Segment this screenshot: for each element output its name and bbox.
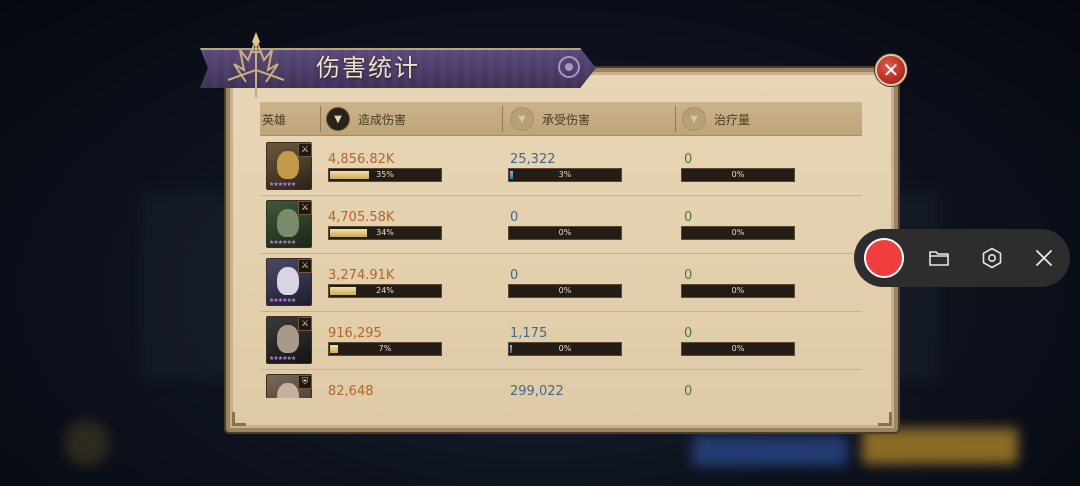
damage-taken-percent: 3%: [558, 170, 572, 179]
class-icon: ⚔: [298, 143, 312, 157]
close-button[interactable]: ✕: [875, 54, 907, 86]
damage-dealt-percent: 35%: [376, 170, 394, 179]
damage-dealt-value: 916,295: [328, 326, 382, 341]
sort-down-icon: ▼: [682, 107, 706, 131]
damage-dealt-value: 82,648: [328, 384, 374, 398]
damage-taken-value: 0: [510, 210, 519, 225]
healing-percent: 0%: [731, 286, 745, 295]
sort-down-icon: ▼: [510, 107, 534, 131]
damage-taken-percent: 0%: [558, 286, 572, 295]
healing-value: 0: [684, 152, 693, 167]
header-hero: 英雄: [262, 102, 320, 136]
hero-row: ★★★★★★ ⚔ 916,295 7% 1,175 0% 0 0%: [260, 312, 862, 370]
damage-taken-value: 1,175: [510, 326, 548, 341]
healing-percent: 0%: [731, 344, 745, 353]
healing-value: 0: [684, 384, 693, 398]
background-gold-button: [862, 428, 1018, 464]
damage-taken-value: 25,322: [510, 152, 556, 167]
folder-icon[interactable]: [927, 246, 951, 270]
hexagon-settings-icon[interactable]: [980, 246, 1004, 270]
damage-dealt-bar: 7%: [328, 342, 442, 356]
healing-value: 0: [684, 268, 693, 283]
title-ornament-icon: [558, 56, 580, 78]
damage-taken-value: 299,022: [510, 384, 564, 398]
hero-row: ⛨ 82,648 299,022 0: [260, 370, 862, 398]
sort-down-icon: ▼: [326, 107, 350, 131]
damage-dealt-value: 4,856.82K: [328, 152, 395, 167]
class-icon: ⚔: [298, 317, 312, 331]
damage-taken-percent: 0%: [558, 344, 572, 353]
close-x-icon[interactable]: [1032, 246, 1056, 270]
damage-taken-percent: 0%: [558, 228, 572, 237]
damage-dealt-percent: 7%: [378, 344, 392, 353]
panel-corner-ornament: [878, 412, 892, 426]
table-header: 英雄 ▼ 造成伤害 ▼ 承受伤害 ▼ 治疗量: [260, 102, 862, 136]
sort-damage-taken[interactable]: ▼ 承受伤害: [510, 102, 590, 136]
damage-dealt-value: 3,274.91K: [328, 268, 395, 283]
healing-percent: 0%: [731, 170, 745, 179]
hero-row: ★★★★★★ ⚔ 4,705.58K 34% 0 0% 0 0%: [260, 196, 862, 254]
hero-row: ★★★★★★ ⚔ 4,856.82K 35% 25,322 3% 0 0%: [260, 138, 862, 196]
damage-taken-bar: 0%: [508, 284, 622, 298]
header-hero-label: 英雄: [262, 112, 287, 127]
healing-value: 0: [684, 210, 693, 225]
healing-bar: 0%: [681, 226, 795, 240]
damage-taken-bar: 3%: [508, 168, 622, 182]
damage-taken-bar: 0%: [508, 226, 622, 240]
healing-bar: 0%: [681, 168, 795, 182]
healing-bar: 0%: [681, 284, 795, 298]
background-blue-button: [692, 436, 848, 466]
hero-stats-list[interactable]: ★★★★★★ ⚔ 4,856.82K 35% 25,322 3% 0 0% ★★…: [260, 138, 862, 398]
class-icon: ⚔: [298, 259, 312, 273]
sort-healing[interactable]: ▼ 治疗量: [682, 102, 750, 136]
panel-title: 伤害统计: [316, 54, 420, 82]
damage-dealt-value: 4,705.58K: [328, 210, 395, 225]
header-damage-taken-label: 承受伤害: [542, 112, 591, 127]
hero-row: ★★★★★★ ⚔ 3,274.91K 24% 0 0% 0 0%: [260, 254, 862, 312]
damage-taken-bar: 0%: [508, 342, 622, 356]
damage-dealt-bar: 24%: [328, 284, 442, 298]
damage-dealt-percent: 34%: [376, 228, 394, 237]
damage-dealt-percent: 24%: [376, 286, 394, 295]
healing-bar: 0%: [681, 342, 795, 356]
record-button[interactable]: [864, 238, 904, 278]
healing-value: 0: [684, 326, 693, 341]
winged-sword-emblem-icon: [227, 32, 285, 98]
close-icon: ✕: [882, 58, 900, 82]
sort-damage-dealt[interactable]: ▼ 造成伤害: [326, 102, 406, 136]
class-icon: ⚔: [298, 201, 312, 215]
background-avatar: [64, 420, 110, 466]
screen-recorder-toolbar: [854, 229, 1070, 287]
header-divider: [675, 106, 676, 132]
header-damage-dealt-label: 造成伤害: [358, 112, 407, 127]
damage-dealt-bar: 35%: [328, 168, 442, 182]
healing-percent: 0%: [731, 228, 745, 237]
header-divider: [320, 106, 321, 132]
shield-class-icon: ⛨: [298, 375, 312, 389]
damage-dealt-bar: 34%: [328, 226, 442, 240]
header-divider: [502, 106, 503, 132]
damage-taken-value: 0: [510, 268, 519, 283]
header-healing-label: 治疗量: [714, 112, 751, 127]
panel-corner-ornament: [232, 412, 246, 426]
